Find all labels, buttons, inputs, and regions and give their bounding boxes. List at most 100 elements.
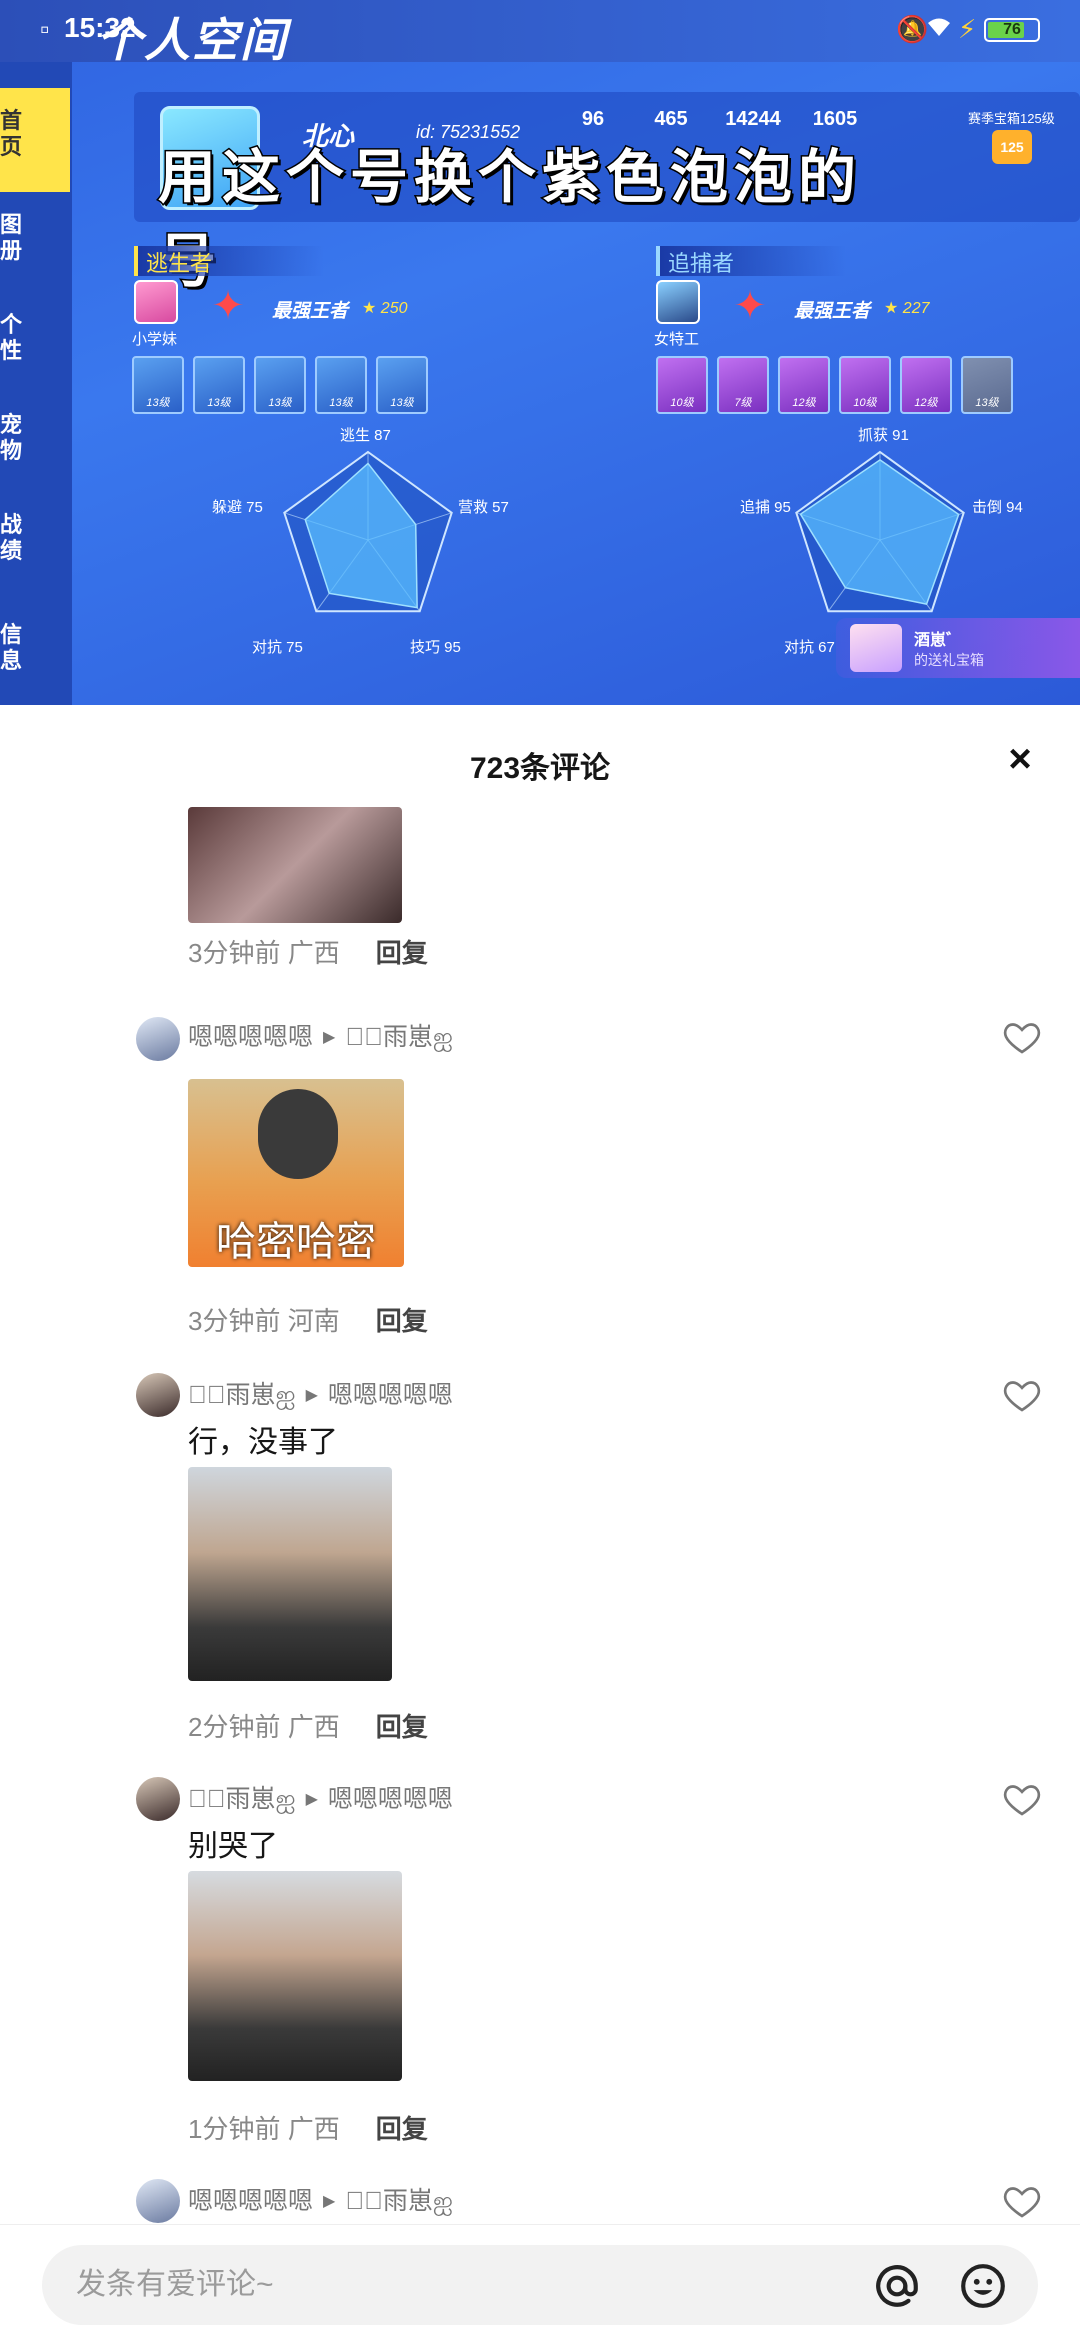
comments-sheet: 723条评论 × 3分钟前 广西 回复 嗯嗯嗯嗯嗯 ▶ ღ゚雨崽ஐ 哈密哈密 3分钟前… xyxy=(0,705,1080,2340)
comment-author-line: ღ゚雨崽ஐ ▶ 嗯嗯嗯嗯嗯 xyxy=(188,1779,453,1817)
survivor-radar-chart xyxy=(283,450,453,613)
stat-visitors: 14244 xyxy=(725,108,781,130)
like-heart-icon[interactable] xyxy=(1002,1779,1042,1819)
item-slot: 12级 xyxy=(900,356,952,414)
meme-face xyxy=(258,1089,338,1179)
comment-author[interactable]: 嗯嗯嗯嗯嗯 xyxy=(188,2187,313,2215)
side-nav-item: 宠物 xyxy=(0,412,23,463)
comment-meta: 3分钟前 河南 回复 xyxy=(188,1306,428,1336)
item-level: 13级 xyxy=(146,397,170,409)
at-icon[interactable] xyxy=(872,2261,922,2311)
avatar[interactable] xyxy=(136,2179,180,2223)
reply-to-user[interactable]: ღ゚雨崽ஐ xyxy=(345,2187,453,2215)
survivor-heading: 逃生者 xyxy=(134,246,324,276)
comment-author[interactable]: ღ゚雨崽ஐ xyxy=(188,1785,296,1813)
rank-emblem-icon: ✦ xyxy=(211,284,245,328)
mute-icon: 🔕 xyxy=(896,14,929,44)
survivor-rank: 最强王者 xyxy=(272,301,349,322)
close-icon[interactable]: × xyxy=(998,739,1042,783)
comment-meta: 3分钟前 广西 回复 xyxy=(188,938,428,968)
item-level: 13级 xyxy=(207,397,231,409)
comment-author[interactable]: 嗯嗯嗯嗯嗯 xyxy=(188,1023,313,1051)
reply-to-user[interactable]: ღ゚雨崽ஐ xyxy=(345,1023,453,1051)
reply-button[interactable]: 回复 xyxy=(376,1712,428,1742)
comment-author-line: 嗯嗯嗯嗯嗯 ▶ ღ゚雨崽ஐ xyxy=(188,1017,453,1055)
season-label: 赛季宝箱125级 xyxy=(968,111,1055,126)
radar-label: 对抗 75 xyxy=(252,639,303,656)
item-slot: 10级 xyxy=(839,356,891,414)
item-slot: 10级 xyxy=(656,356,708,414)
comments-title: 723条评论 xyxy=(469,752,611,785)
item-level: 10级 xyxy=(670,397,694,409)
reply-arrow-icon: ▶ xyxy=(305,1387,318,1404)
item-level: 13级 xyxy=(390,397,414,409)
season-badge: 125 xyxy=(992,130,1032,164)
hunter-character-avatar xyxy=(656,280,700,324)
reply-button[interactable]: 回复 xyxy=(376,1306,428,1336)
item-level: 13级 xyxy=(268,397,292,409)
comment-image[interactable] xyxy=(188,1871,402,2081)
rank-emblem-icon: ✦ xyxy=(733,284,767,328)
side-nav-item: 图册 xyxy=(0,212,23,263)
radar-label: 击倒 94 xyxy=(972,499,1023,516)
radar-label: 抓获 91 xyxy=(858,427,909,444)
hunter-stars: ★ 227 xyxy=(884,300,930,317)
item-slot: 12级 xyxy=(778,356,830,414)
hunter-rank: 最强王者 xyxy=(794,301,871,322)
like-heart-icon[interactable] xyxy=(1002,1375,1042,1415)
comment-image[interactable]: 哈密哈密 xyxy=(188,1079,404,1267)
avatar[interactable] xyxy=(136,1373,180,1417)
comment-meta: 2分钟前 广西 回复 xyxy=(188,1712,428,1742)
reply-to-user[interactable]: 嗯嗯嗯嗯嗯 xyxy=(328,1381,453,1409)
gift-sender-name: 酒崽゛ xyxy=(914,632,963,649)
like-heart-icon[interactable] xyxy=(1002,1017,1042,1057)
reply-to-user[interactable]: 嗯嗯嗯嗯嗯 xyxy=(328,1785,453,1813)
avatar[interactable] xyxy=(136,1017,180,1061)
comment-image[interactable] xyxy=(188,807,402,923)
side-nav-item: 信息 xyxy=(0,622,23,673)
charging-icon: ⚡ xyxy=(958,14,977,44)
hunter-heading: 追捕者 xyxy=(656,246,846,276)
radar-label: 躲避 75 xyxy=(212,499,263,516)
stat-follow: 96 xyxy=(581,108,605,130)
hunter-character-name: 女特工 xyxy=(654,331,700,348)
item-level: 12级 xyxy=(792,397,816,409)
reply-button[interactable]: 回复 xyxy=(376,2114,428,2144)
emoji-icon[interactable] xyxy=(958,2261,1008,2311)
comment-author[interactable]: ღ゚雨崽ஐ xyxy=(188,1381,296,1409)
side-nav-item: 战绩 xyxy=(0,512,23,563)
item-slot: 13级 xyxy=(254,356,306,414)
hunter-radar-chart xyxy=(795,450,965,613)
wifi-icon xyxy=(926,14,952,45)
video-player[interactable]: ▫ 15:32 个人空间 🔕 ⚡ 76 首页 图册 个性 宠物 战绩 信息 北心… xyxy=(0,0,1080,705)
reply-button[interactable]: 回复 xyxy=(376,938,428,968)
comment-text: 别哭了 xyxy=(188,1830,278,1863)
survivor-character-avatar xyxy=(134,280,178,324)
item-level: 13级 xyxy=(329,397,353,409)
comment-meta: 1分钟前 广西 回复 xyxy=(188,2114,428,2144)
item-slot: 13级 xyxy=(376,356,428,414)
radar-label: 营救 57 xyxy=(458,499,509,516)
comment-author-line: 嗯嗯嗯嗯嗯 ▶ ღ゚雨崽ஐ xyxy=(188,2181,453,2219)
item-level: 12级 xyxy=(914,397,938,409)
page-title: 个人空间 xyxy=(96,14,288,66)
item-level: 7级 xyxy=(734,397,752,409)
item-slot: 13级 xyxy=(961,356,1013,414)
item-level: 13级 xyxy=(975,397,999,409)
comment-image[interactable] xyxy=(188,1467,392,1681)
gift-box-banner: 酒崽゛ 的送礼宝箱 xyxy=(836,618,1080,678)
item-slot: 13级 xyxy=(315,356,367,414)
gift-subtitle: 的送礼宝箱 xyxy=(914,652,984,668)
image-caption: 哈密哈密 xyxy=(216,1220,376,1264)
radar-label: 技巧 95 xyxy=(410,639,461,656)
item-slot: 13级 xyxy=(132,356,184,414)
item-level: 10级 xyxy=(853,397,877,409)
radar-label: 追捕 95 xyxy=(740,499,791,516)
like-heart-icon[interactable] xyxy=(1002,2181,1042,2221)
game-side-nav: 首页 图册 个性 宠物 战绩 信息 xyxy=(0,62,72,705)
radar-label: 逃生 87 xyxy=(340,427,391,444)
gift-avatar xyxy=(850,624,902,672)
reply-arrow-icon: ▶ xyxy=(305,1791,318,1808)
avatar[interactable] xyxy=(136,1777,180,1821)
sim-icon: ▫ xyxy=(40,14,50,44)
